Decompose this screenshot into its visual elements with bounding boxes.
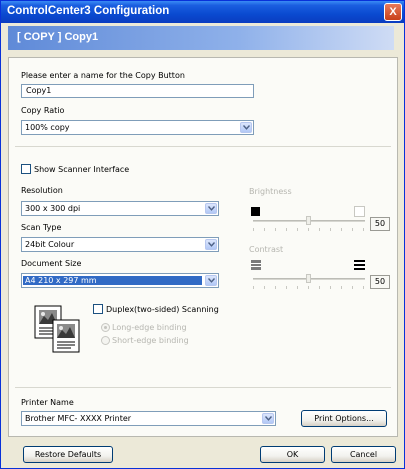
copy-name-label: Please enter a name for the Copy Button [21, 71, 185, 80]
resolution-select[interactable]: 300 x 300 dpi [21, 201, 219, 216]
document-size-label: Document Size [21, 259, 82, 268]
chevron-down-icon[interactable] [262, 413, 274, 424]
ok-button[interactable]: OK [260, 446, 325, 463]
scan-type-label: Scan Type [21, 223, 62, 232]
copy-name-input[interactable]: Copy1 [21, 84, 254, 98]
low-contrast-icon [251, 260, 261, 270]
printer-name-select[interactable]: Brother MFC- XXXX Printer [21, 411, 276, 426]
printer-name-value: Brother MFC- XXXX Printer [25, 414, 132, 423]
duplex-checkbox[interactable] [93, 304, 103, 314]
copy-ratio-select[interactable]: 100% copy [21, 120, 254, 135]
duplex-label: Duplex(two-sided) Scanning [106, 305, 219, 314]
chevron-down-icon[interactable] [205, 239, 217, 250]
close-button[interactable]: X [384, 3, 402, 21]
dialog-window: ControlCenter3 Configuration X [ COPY ] … [0, 0, 405, 469]
separator [15, 146, 391, 147]
high-contrast-icon [354, 260, 365, 270]
short-edge-label: Short-edge binding [112, 336, 189, 345]
document-size-select[interactable]: A4 210 x 297 mm [21, 273, 219, 288]
section-header: [ COPY ] Copy1 [8, 26, 394, 50]
scan-type-value: 24bit Colour [25, 240, 75, 249]
cancel-button[interactable]: Cancel [331, 446, 396, 463]
contrast-slider-thumb[interactable] [306, 274, 311, 283]
restore-defaults-button[interactable]: Restore Defaults [23, 446, 113, 463]
short-edge-radio[interactable] [101, 336, 110, 345]
brightness-slider-thumb[interactable] [306, 216, 311, 225]
show-scanner-interface-checkbox[interactable] [21, 164, 31, 174]
long-edge-radio[interactable] [101, 323, 110, 332]
scan-type-select[interactable]: 24bit Colour [21, 237, 219, 252]
dark-swatch-icon [251, 207, 260, 216]
header-title: [ COPY ] Copy1 [17, 31, 99, 43]
contrast-ticks [253, 286, 365, 289]
printer-name-label: Printer Name [21, 398, 74, 407]
print-options-button[interactable]: Print Options... [301, 410, 387, 427]
chevron-down-icon[interactable] [240, 122, 252, 133]
separator [15, 387, 391, 388]
copy-ratio-value: 100% copy [25, 123, 70, 132]
brightness-value[interactable]: 50 [370, 217, 390, 231]
long-edge-label: Long-edge binding [112, 323, 187, 332]
resolution-value: 300 x 300 dpi [25, 204, 81, 213]
resolution-label: Resolution [21, 186, 63, 195]
chevron-down-icon[interactable] [205, 203, 217, 214]
light-swatch-icon [354, 206, 365, 217]
contrast-value[interactable]: 50 [370, 275, 390, 289]
copy-ratio-label: Copy Ratio [21, 106, 65, 115]
brightness-label: Brightness [249, 187, 292, 196]
contrast-label: Contrast [249, 245, 284, 254]
window-title: ControlCenter3 Configuration [7, 5, 170, 17]
show-scanner-interface-label: Show Scanner Interface [34, 165, 130, 174]
document-size-value: A4 210 x 297 mm [23, 276, 202, 285]
chevron-down-icon[interactable] [205, 275, 217, 286]
brightness-ticks [253, 228, 365, 231]
title-bar[interactable]: ControlCenter3 Configuration X [1, 1, 404, 23]
duplex-pages-icon [29, 305, 85, 357]
